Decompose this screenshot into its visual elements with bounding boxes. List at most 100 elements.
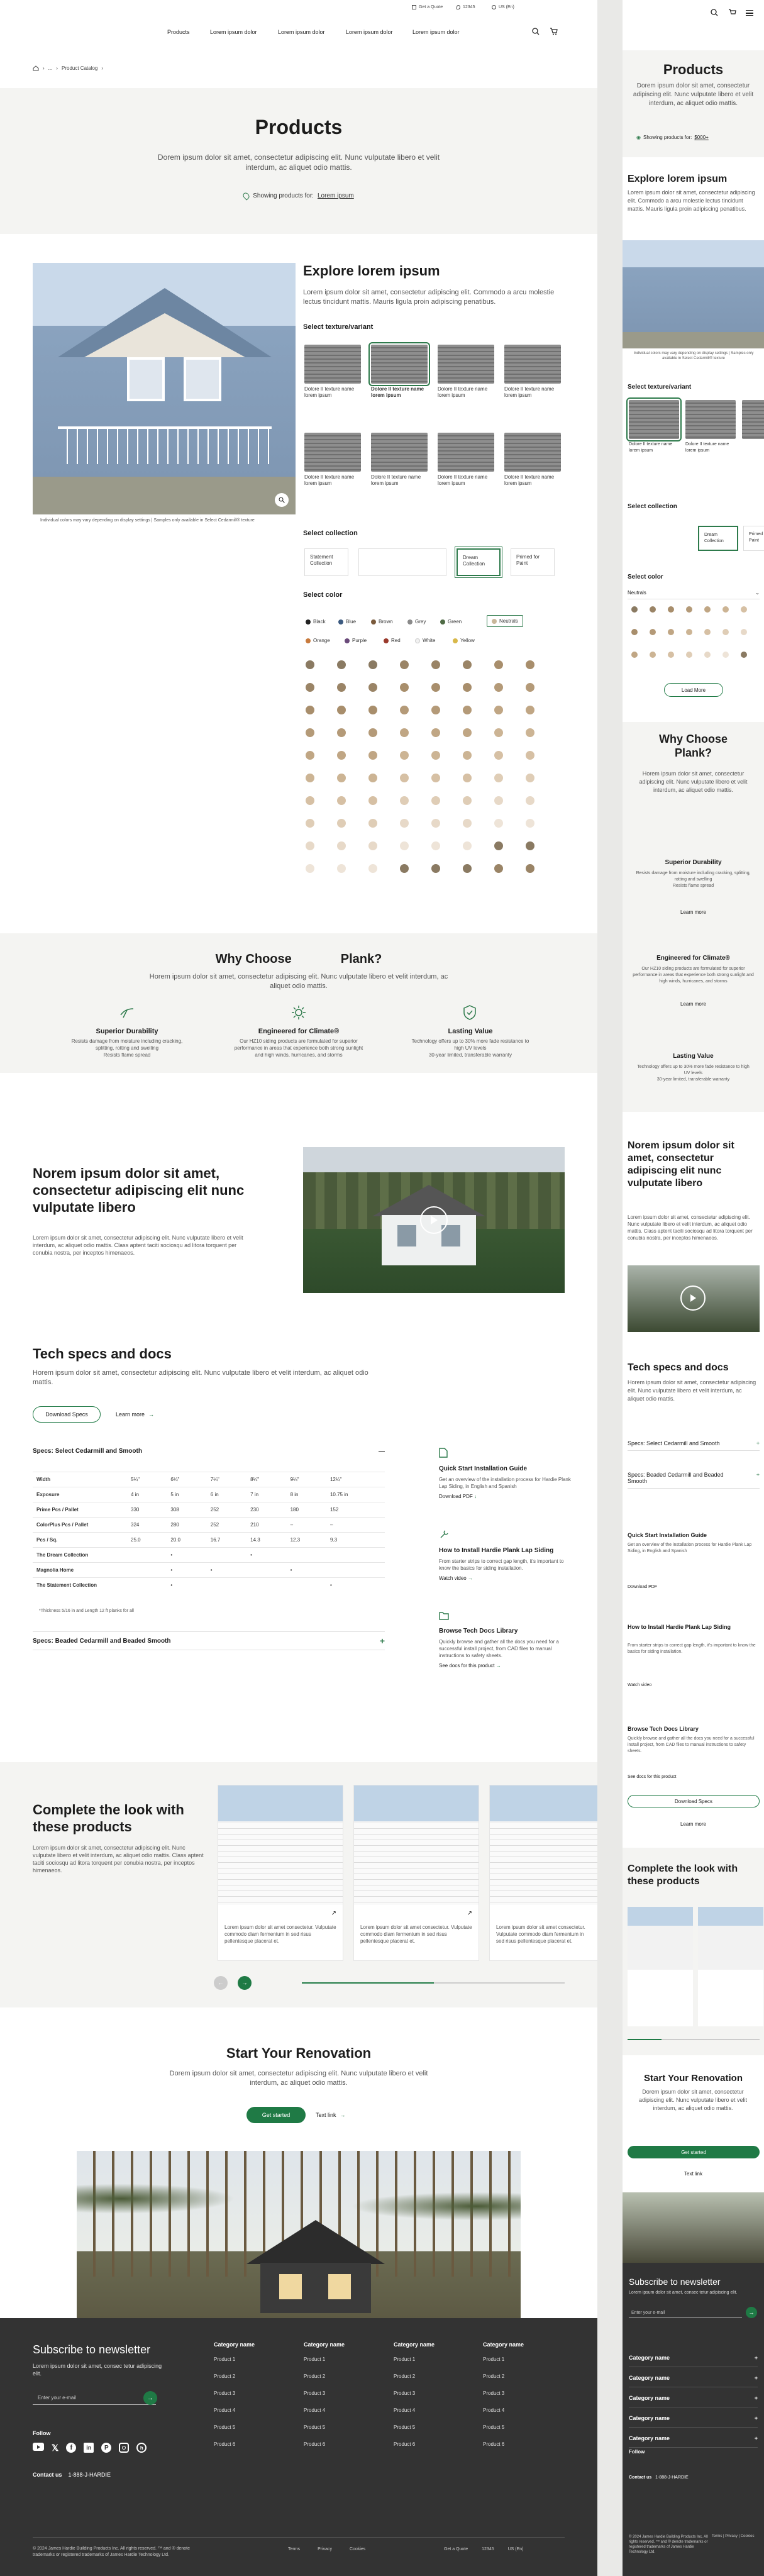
location-link[interactable]: $000+ xyxy=(694,135,708,140)
color-swatch[interactable] xyxy=(704,606,711,613)
color-swatch[interactable] xyxy=(686,652,692,658)
color-swatch[interactable] xyxy=(463,774,472,782)
learn-more-link[interactable]: Learn more xyxy=(623,909,764,915)
footer-link[interactable]: Product 1 xyxy=(483,2357,565,2362)
see-docs-link[interactable]: See docs for this product → xyxy=(439,1663,571,1668)
color-chip-red[interactable]: Red xyxy=(384,638,401,643)
facebook-icon[interactable]: f xyxy=(66,2443,77,2453)
color-chip-purple[interactable]: Purple xyxy=(345,638,367,643)
language-link[interactable]: US (En) xyxy=(508,2547,524,2551)
color-swatch[interactable] xyxy=(337,751,346,760)
text-link[interactable]: Text link xyxy=(623,2171,764,2177)
search-icon[interactable] xyxy=(711,9,718,16)
color-swatch[interactable] xyxy=(494,660,503,669)
language-link[interactable]: US (En) xyxy=(492,5,514,9)
footer-link[interactable]: Product 1 xyxy=(394,2357,475,2362)
cookies-link[interactable]: Cookies xyxy=(350,2547,365,2551)
color-swatch[interactable] xyxy=(337,819,346,828)
collection-primed[interactable]: Primed for Paint xyxy=(511,548,555,576)
color-swatch[interactable] xyxy=(368,683,377,692)
footer-link[interactable]: Product 2 xyxy=(394,2373,475,2379)
color-swatch[interactable] xyxy=(526,841,534,850)
cart-icon[interactable] xyxy=(550,28,558,35)
menu-icon[interactable] xyxy=(746,10,753,16)
color-swatch[interactable] xyxy=(494,819,503,828)
mobile-footer-category[interactable]: Category name + xyxy=(629,2389,758,2407)
color-swatch[interactable] xyxy=(494,683,503,692)
footer-link[interactable]: Product 4 xyxy=(394,2407,475,2413)
footer-link[interactable]: Product 3 xyxy=(214,2390,296,2396)
color-swatch[interactable] xyxy=(400,706,409,714)
texture-option[interactable]: Dolore II texture name lorem ipsum xyxy=(304,433,361,487)
color-swatch[interactable] xyxy=(306,774,314,782)
color-swatch[interactable] xyxy=(668,652,674,658)
collection-primed[interactable]: Primed for Paint xyxy=(743,526,764,551)
color-swatch[interactable] xyxy=(463,683,472,692)
specs-accordion-2[interactable]: Specs: Beaded Cedarmill and Beaded Smoot… xyxy=(33,1631,385,1650)
nav-item-4[interactable]: Lorem ipsum dolor xyxy=(346,29,393,35)
get-quote-link[interactable]: Get a Quote xyxy=(412,5,443,9)
color-swatch[interactable] xyxy=(431,728,440,737)
linkedin-icon[interactable]: in xyxy=(84,2443,94,2453)
subscribe-submit-button[interactable]: → xyxy=(746,2307,757,2318)
color-swatch[interactable] xyxy=(631,629,638,635)
email-field[interactable]: Enter your e-mail xyxy=(629,2308,742,2318)
color-swatch[interactable] xyxy=(494,728,503,737)
footer-link[interactable]: Product 3 xyxy=(483,2390,565,2396)
product-card[interactable]: ↗ Lorem ipsum dolor sit amet consectetur.… xyxy=(353,1785,479,1961)
color-swatch[interactable] xyxy=(526,796,534,805)
color-swatch[interactable] xyxy=(368,864,377,873)
mobile-footer-category[interactable]: Category name + xyxy=(629,2429,758,2448)
color-swatch[interactable] xyxy=(463,796,472,805)
learn-more-link[interactable]: Learn more xyxy=(623,1821,764,1827)
color-swatch[interactable] xyxy=(722,629,729,635)
collection-blank[interactable] xyxy=(358,548,446,576)
color-swatch[interactable] xyxy=(306,796,314,805)
color-swatch[interactable] xyxy=(431,683,440,692)
texture-option[interactable] xyxy=(742,400,764,439)
download-specs-button[interactable]: Download Specs xyxy=(628,1795,760,1807)
prev-arrow-button[interactable]: ← xyxy=(214,1976,228,1990)
footer-link[interactable]: Product 1 xyxy=(214,2357,296,2362)
color-swatch[interactable] xyxy=(494,774,503,782)
footer-link[interactable]: Product 1 xyxy=(304,2357,385,2362)
color-swatch[interactable] xyxy=(368,751,377,760)
color-swatch[interactable] xyxy=(306,706,314,714)
color-swatch[interactable] xyxy=(337,706,346,714)
zip-link[interactable]: 12345 xyxy=(482,2547,494,2551)
footer-link[interactable]: Product 6 xyxy=(483,2441,565,2447)
color-swatch[interactable] xyxy=(686,606,692,613)
collection-statement[interactable]: Statement Collection xyxy=(304,548,348,576)
specs-accordion-2[interactable]: Specs: Beaded Cedarmill and Beaded Smoot… xyxy=(628,1472,760,1489)
color-swatch[interactable] xyxy=(668,629,674,635)
color-swatch[interactable] xyxy=(650,652,656,658)
instagram-icon[interactable] xyxy=(119,2443,130,2453)
color-swatch[interactable] xyxy=(400,660,409,669)
download-pdf-link[interactable]: Download PDF ↓ xyxy=(439,1494,571,1499)
footer-link[interactable]: Product 5 xyxy=(304,2424,385,2430)
get-quote-link[interactable]: Get a Quote xyxy=(444,2547,468,2551)
color-swatch[interactable] xyxy=(463,819,472,828)
color-swatch[interactable] xyxy=(368,819,377,828)
product-card[interactable] xyxy=(628,1907,693,2026)
color-swatch[interactable] xyxy=(722,652,729,658)
text-link[interactable]: Text link → xyxy=(316,2112,346,2118)
color-swatch[interactable] xyxy=(400,728,409,737)
product-card[interactable]: Lorem ipsum dolor sit amet consectetur. … xyxy=(489,1785,597,1961)
color-swatch[interactable] xyxy=(431,841,440,850)
footer-link[interactable]: Product 6 xyxy=(394,2441,475,2447)
color-swatch[interactable] xyxy=(368,728,377,737)
color-swatch[interactable] xyxy=(431,819,440,828)
texture-option[interactable]: Dolore II texture name lorem ipsum xyxy=(438,433,494,487)
color-swatch[interactable] xyxy=(463,841,472,850)
learn-more-link[interactable]: Learn more xyxy=(623,1001,764,1007)
color-swatch[interactable] xyxy=(463,864,472,873)
color-swatch[interactable] xyxy=(368,796,377,805)
color-swatch[interactable] xyxy=(337,728,346,737)
color-swatch[interactable] xyxy=(463,660,472,669)
specs-accordion-1[interactable]: Specs: Select Cedarmill and Smooth + xyxy=(628,1440,760,1451)
color-swatch[interactable] xyxy=(368,706,377,714)
color-swatch[interactable] xyxy=(368,660,377,669)
color-swatch[interactable] xyxy=(400,774,409,782)
load-more-button[interactable]: Load More xyxy=(664,683,723,697)
